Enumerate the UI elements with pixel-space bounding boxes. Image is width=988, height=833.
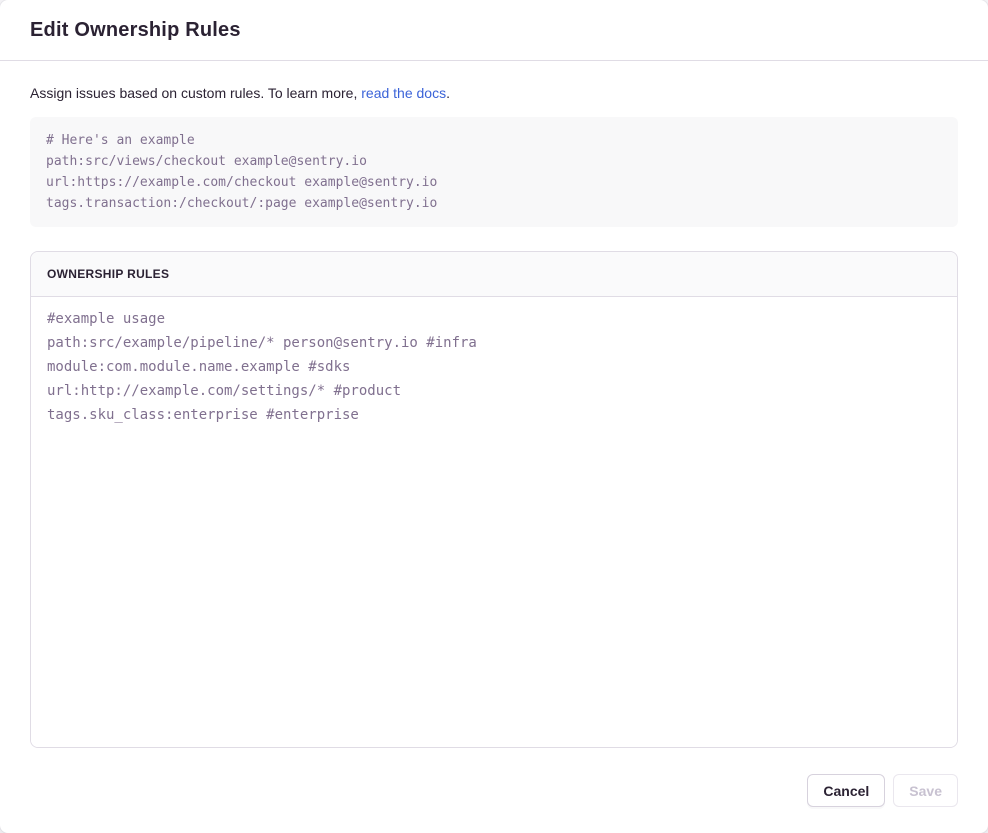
cancel-button[interactable]: Cancel: [807, 774, 885, 807]
edit-ownership-rules-modal: Edit Ownership Rules Assign issues based…: [0, 0, 988, 833]
description-text: Assign issues based on custom rules. To …: [30, 85, 361, 101]
ownership-rules-panel-header: OWNERSHIP RULES: [31, 252, 957, 297]
read-the-docs-link[interactable]: read the docs: [361, 85, 446, 101]
ownership-rules-textarea[interactable]: #example usage path:src/example/pipeline…: [31, 297, 957, 747]
save-button[interactable]: Save: [893, 774, 958, 807]
ownership-rules-label: OWNERSHIP RULES: [47, 267, 169, 281]
example-code-block: # Here's an example path:src/views/check…: [30, 117, 958, 227]
modal-header: Edit Ownership Rules: [0, 0, 988, 61]
description: Assign issues based on custom rules. To …: [30, 83, 958, 103]
modal-body: Assign issues based on custom rules. To …: [0, 61, 988, 807]
modal-footer: Cancel Save: [30, 774, 958, 807]
ownership-rules-panel: OWNERSHIP RULES #example usage path:src/…: [30, 251, 958, 748]
description-period: .: [446, 85, 450, 101]
modal-title: Edit Ownership Rules: [30, 19, 241, 42]
